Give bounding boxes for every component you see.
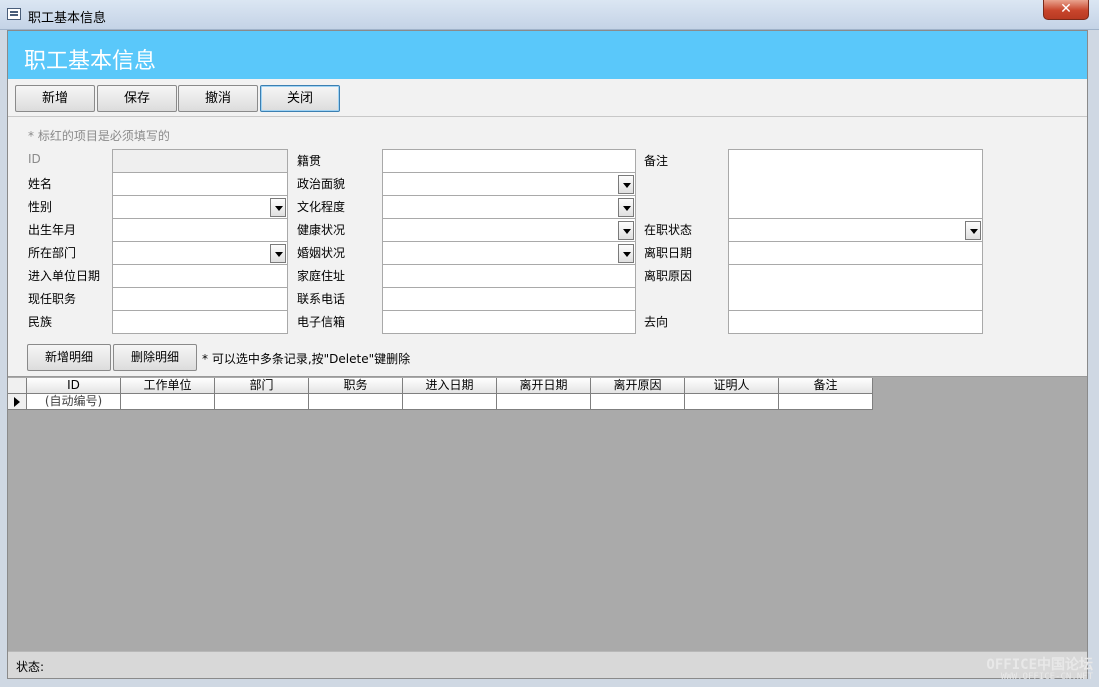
destination-field[interactable]: [728, 310, 983, 334]
marital-select[interactable]: [382, 241, 636, 265]
add-button[interactable]: 新增: [15, 85, 95, 112]
birth-label: 出生年月: [28, 223, 77, 237]
close-button[interactable]: 关闭: [260, 85, 340, 112]
chevron-down-icon[interactable]: [618, 244, 634, 263]
political-select[interactable]: [382, 172, 636, 196]
dept-label: 所在部门: [28, 246, 77, 260]
chevron-down-icon[interactable]: [618, 175, 634, 194]
form-frame: 职工基本信息 新增 保存 撤消 关闭 * 标红的项目是必须填写的 ID 姓名 性…: [7, 30, 1088, 679]
chevron-down-icon[interactable]: [270, 198, 286, 217]
remark-label: 备注: [644, 154, 669, 168]
name-label: 姓名: [28, 177, 53, 191]
education-select[interactable]: [382, 195, 636, 219]
join-date-field[interactable]: [112, 264, 288, 288]
column-header[interactable]: 职务: [309, 378, 403, 394]
watermark-line2: WWW.OFFICE-CN.NET: [1000, 672, 1093, 682]
dept-select[interactable]: [112, 241, 288, 265]
leave-date-label: 离职日期: [644, 246, 693, 260]
select-all-cell[interactable]: [8, 378, 27, 394]
current-record-icon: [14, 397, 20, 407]
table-cell[interactable]: [685, 394, 779, 410]
gender-select[interactable]: [112, 195, 288, 219]
column-header[interactable]: 部门: [215, 378, 309, 394]
id-field: [112, 149, 288, 173]
birth-field[interactable]: [112, 218, 288, 242]
leave-reason-label: 离职原因: [644, 269, 693, 283]
column-header[interactable]: 备注: [779, 378, 873, 394]
email-field[interactable]: [382, 310, 636, 334]
phone-field[interactable]: [382, 287, 636, 311]
required-note: * 标红的项目是必须填写的: [28, 129, 170, 143]
position-field[interactable]: [112, 287, 288, 311]
table-cell[interactable]: [309, 394, 403, 410]
column-header[interactable]: 进入日期: [403, 378, 497, 394]
email-label: 电子信箱: [297, 315, 346, 329]
table-cell[interactable]: [591, 394, 685, 410]
delete-detail-button[interactable]: 删除明细: [113, 344, 197, 371]
leave-date-field[interactable]: [728, 241, 983, 265]
education-label: 文化程度: [297, 200, 346, 214]
table-cell[interactable]: [497, 394, 591, 410]
native-label: 籍贯: [297, 154, 322, 168]
status-select[interactable]: [728, 218, 983, 242]
table-cell[interactable]: [121, 394, 215, 410]
window-close-button[interactable]: ✕: [1043, 0, 1089, 20]
column-header[interactable]: 离开日期: [497, 378, 591, 394]
chevron-down-icon[interactable]: [270, 244, 286, 263]
gender-label: 性别: [28, 200, 53, 214]
position-label: 现任职务: [28, 292, 77, 306]
form-icon: [7, 8, 21, 20]
table-cell[interactable]: [215, 394, 309, 410]
leave-reason-field[interactable]: [728, 264, 983, 311]
ethnicity-field[interactable]: [112, 310, 288, 334]
health-label: 健康状况: [297, 223, 346, 237]
status-label: 状态:: [16, 660, 45, 674]
status-bar: 状态:: [8, 651, 1087, 678]
id-label: ID: [28, 152, 41, 166]
table-cell[interactable]: [403, 394, 497, 410]
marital-label: 婚姻状况: [297, 246, 346, 260]
column-header[interactable]: 工作单位: [121, 378, 215, 394]
chevron-down-icon[interactable]: [965, 221, 981, 240]
address-label: 家庭住址: [297, 269, 346, 283]
window-title: 职工基本信息: [28, 11, 107, 26]
watermark-line1: OFFICE中国论坛: [986, 657, 1093, 673]
phone-label: 联系电话: [297, 292, 346, 306]
health-select[interactable]: [382, 218, 636, 242]
chevron-down-icon[interactable]: [618, 198, 634, 217]
column-header[interactable]: 证明人: [685, 378, 779, 394]
status-label: 在职状态: [644, 223, 693, 237]
site-watermark: OFFICE中国论坛 WWW.OFFICE-CN.NET: [975, 658, 1093, 682]
column-header[interactable]: 离开原因: [591, 378, 685, 394]
delete-hint: * 可以选中多条记录,按"Delete"键删除: [202, 352, 411, 366]
join-date-label: 进入单位日期: [28, 269, 101, 283]
form-detail: 新增 保存 撤消 关闭 * 标红的项目是必须填写的 ID 姓名 性别 出生年月 …: [8, 79, 1087, 377]
table-cell[interactable]: [779, 394, 873, 410]
chevron-down-icon[interactable]: [618, 221, 634, 240]
column-header[interactable]: ID: [27, 378, 121, 394]
address-field[interactable]: [382, 264, 636, 288]
political-label: 政治面貌: [297, 177, 346, 191]
native-field[interactable]: [382, 149, 636, 173]
page-title: 职工基本信息: [24, 49, 157, 74]
form-header: 职工基本信息: [8, 31, 1087, 79]
save-button[interactable]: 保存: [97, 85, 177, 112]
ethnicity-label: 民族: [28, 315, 53, 329]
toolbar: 新增 保存 撤消 关闭: [8, 79, 1087, 117]
record-selector[interactable]: [8, 394, 27, 410]
remark-field[interactable]: [728, 149, 983, 219]
window-titlebar: 职工基本信息 ✕: [0, 0, 1099, 30]
undo-button[interactable]: 撤消: [178, 85, 258, 112]
destination-label: 去向: [644, 315, 669, 329]
add-detail-button[interactable]: 新增明细: [27, 344, 111, 371]
table-cell[interactable]: (自动编号): [27, 394, 121, 410]
name-field[interactable]: [112, 172, 288, 196]
